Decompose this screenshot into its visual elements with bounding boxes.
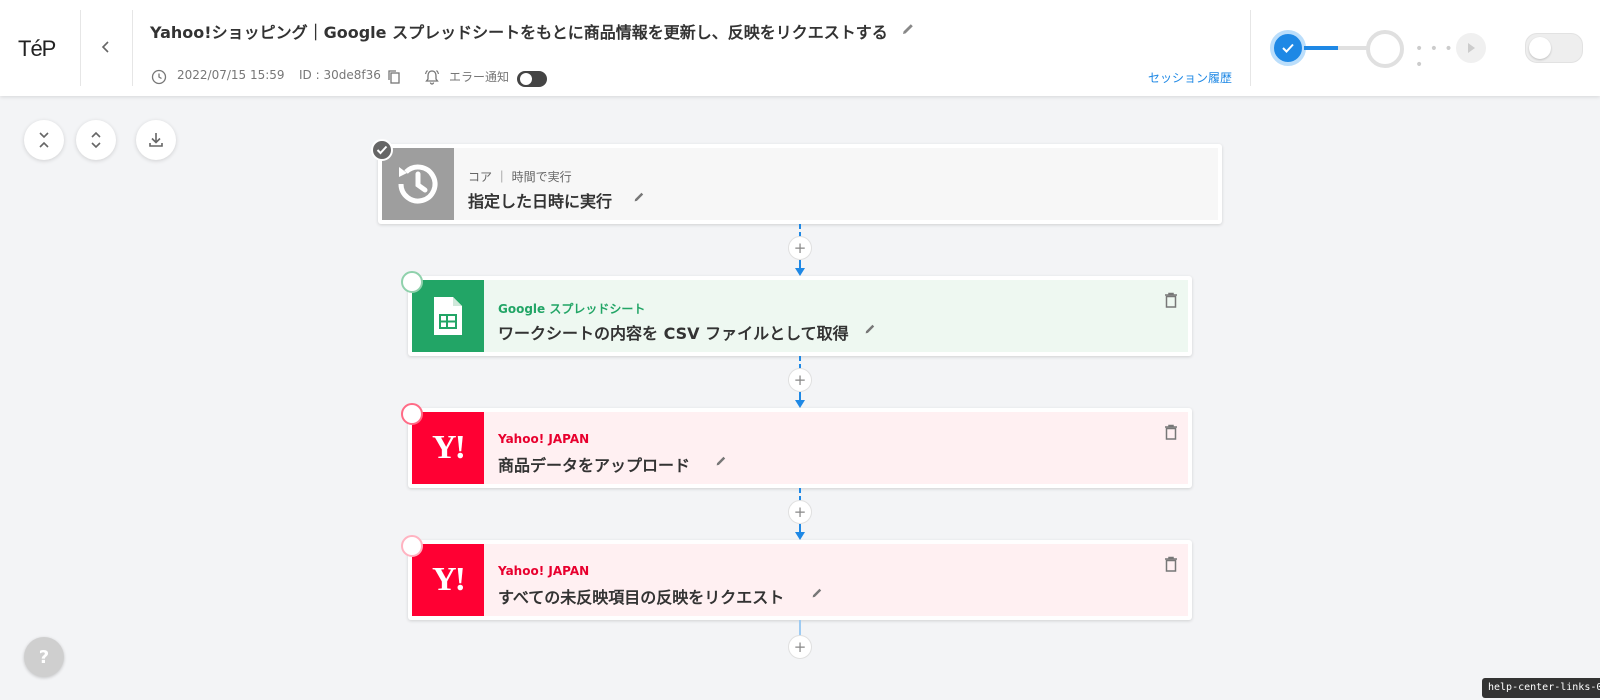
clock-icon bbox=[151, 69, 167, 85]
play-icon bbox=[1468, 43, 1475, 53]
corner-tag: help-center-links-047 bbox=[1482, 678, 1600, 698]
step-title: 商品データをアップロード bbox=[498, 456, 691, 475]
step-card[interactable]: Google スプレッドシート ワークシートの内容を CSV ファイルとして取得 bbox=[408, 276, 1192, 356]
step-status-indicator bbox=[401, 271, 423, 293]
expand-icon bbox=[91, 131, 101, 149]
help-button[interactable]: ? bbox=[24, 637, 64, 677]
flow-progress: • • • • bbox=[1270, 28, 1486, 73]
step-category: Google スプレッドシート bbox=[498, 302, 646, 316]
check-icon bbox=[376, 145, 388, 155]
add-step-button[interactable]: + bbox=[788, 236, 812, 260]
arrow-down-icon bbox=[795, 400, 805, 408]
flow-title: Yahoo!ショッピング｜Google スプレッドシートをもとに商品情報を更新し… bbox=[150, 23, 888, 42]
back-button[interactable] bbox=[96, 34, 116, 60]
add-step-button[interactable]: + bbox=[788, 368, 812, 392]
collapse-all-button[interactable] bbox=[24, 120, 64, 160]
app-logo[interactable]: TéP bbox=[18, 36, 56, 62]
step-complete-button[interactable] bbox=[1270, 30, 1306, 66]
step-category: Yahoo! JAPAN bbox=[498, 432, 590, 446]
check-icon bbox=[1282, 43, 1294, 53]
error-notify-toggle[interactable] bbox=[517, 71, 547, 87]
trigger-category: コア ｜ 時間で実行 bbox=[468, 170, 572, 184]
pencil-icon[interactable] bbox=[632, 190, 646, 204]
google-sheets-icon bbox=[412, 280, 484, 352]
trigger-card[interactable]: コア ｜ 時間で実行 指定した日時に実行 bbox=[378, 144, 1222, 224]
copy-icon[interactable] bbox=[386, 69, 402, 85]
yahoo-icon-label: Y! bbox=[432, 561, 466, 598]
header-divider bbox=[132, 10, 133, 86]
bell-icon bbox=[424, 70, 440, 85]
trigger-status-check bbox=[371, 139, 393, 161]
flow-id: ID : 30de8f36 bbox=[299, 68, 381, 82]
step-pending-button[interactable] bbox=[1366, 30, 1404, 68]
step-card[interactable]: Y! Yahoo! JAPAN 商品データをアップロード bbox=[408, 408, 1192, 488]
step-status-indicator bbox=[401, 403, 423, 425]
step-card-body: Google スプレッドシート ワークシートの内容を CSV ファイルとして取得 bbox=[412, 280, 1188, 352]
yahoo-icon: Y! bbox=[412, 544, 484, 616]
pencil-icon[interactable] bbox=[714, 454, 728, 468]
trigger-card-body: コア ｜ 時間で実行 指定した日時に実行 bbox=[382, 148, 1218, 220]
progress-line-pending bbox=[1338, 46, 1368, 50]
plus-icon: + bbox=[793, 239, 807, 257]
add-step-button[interactable]: + bbox=[788, 500, 812, 524]
pencil-icon[interactable] bbox=[863, 322, 877, 336]
step-card-body: Y! Yahoo! JAPAN すべての未反映項目の反映をリクエスト bbox=[412, 544, 1188, 616]
last-updated: 2022/07/15 15:59 bbox=[177, 68, 285, 82]
plus-icon: + bbox=[793, 638, 807, 656]
step-card[interactable]: Y! Yahoo! JAPAN すべての未反映項目の反映をリクエスト bbox=[408, 540, 1192, 620]
top-header: TéP Yahoo!ショッピング｜Google スプレッドシートをもとに商品情報… bbox=[0, 0, 1600, 96]
clock-repeat-icon bbox=[398, 164, 438, 204]
trash-icon[interactable] bbox=[1164, 424, 1178, 440]
clock-repeat-icon bbox=[382, 148, 454, 220]
yahoo-icon-label: Y! bbox=[432, 429, 466, 466]
google-sheets-icon bbox=[434, 297, 462, 335]
trash-icon[interactable] bbox=[1164, 556, 1178, 572]
chevron-left-icon bbox=[101, 41, 109, 53]
run-button[interactable] bbox=[1456, 33, 1486, 63]
step-status-indicator bbox=[401, 535, 423, 557]
session-history-link[interactable]: セッション履歴 bbox=[1148, 69, 1232, 86]
add-step-button[interactable]: + bbox=[788, 635, 812, 659]
flow-connector bbox=[799, 620, 801, 636]
download-button[interactable] bbox=[136, 120, 176, 160]
trigger-title: 指定した日時に実行 bbox=[468, 192, 613, 211]
plus-icon: + bbox=[793, 503, 807, 521]
collapse-icon bbox=[39, 132, 49, 148]
step-category: Yahoo! JAPAN bbox=[498, 564, 590, 578]
trash-icon[interactable] bbox=[1164, 292, 1178, 308]
expand-all-button[interactable] bbox=[76, 120, 116, 160]
error-notify-label: エラー通知 bbox=[449, 70, 510, 84]
pencil-icon[interactable] bbox=[810, 586, 824, 600]
step-title: すべての未反映項目の反映をリクエスト bbox=[498, 588, 785, 607]
flow-enable-toggle[interactable] bbox=[1525, 33, 1583, 63]
pencil-icon[interactable] bbox=[900, 21, 916, 37]
plus-icon: + bbox=[793, 371, 807, 389]
arrow-down-icon bbox=[795, 268, 805, 276]
header-divider bbox=[1250, 10, 1251, 86]
step-title: ワークシートの内容を CSV ファイルとして取得 bbox=[498, 324, 849, 343]
yahoo-icon: Y! bbox=[412, 412, 484, 484]
header-divider bbox=[80, 10, 81, 86]
step-card-body: Y! Yahoo! JAPAN 商品データをアップロード bbox=[412, 412, 1188, 484]
arrow-down-icon bbox=[795, 532, 805, 540]
download-icon bbox=[149, 133, 163, 147]
progress-line bbox=[1304, 46, 1338, 50]
progress-dots: • • • • bbox=[1415, 41, 1454, 73]
